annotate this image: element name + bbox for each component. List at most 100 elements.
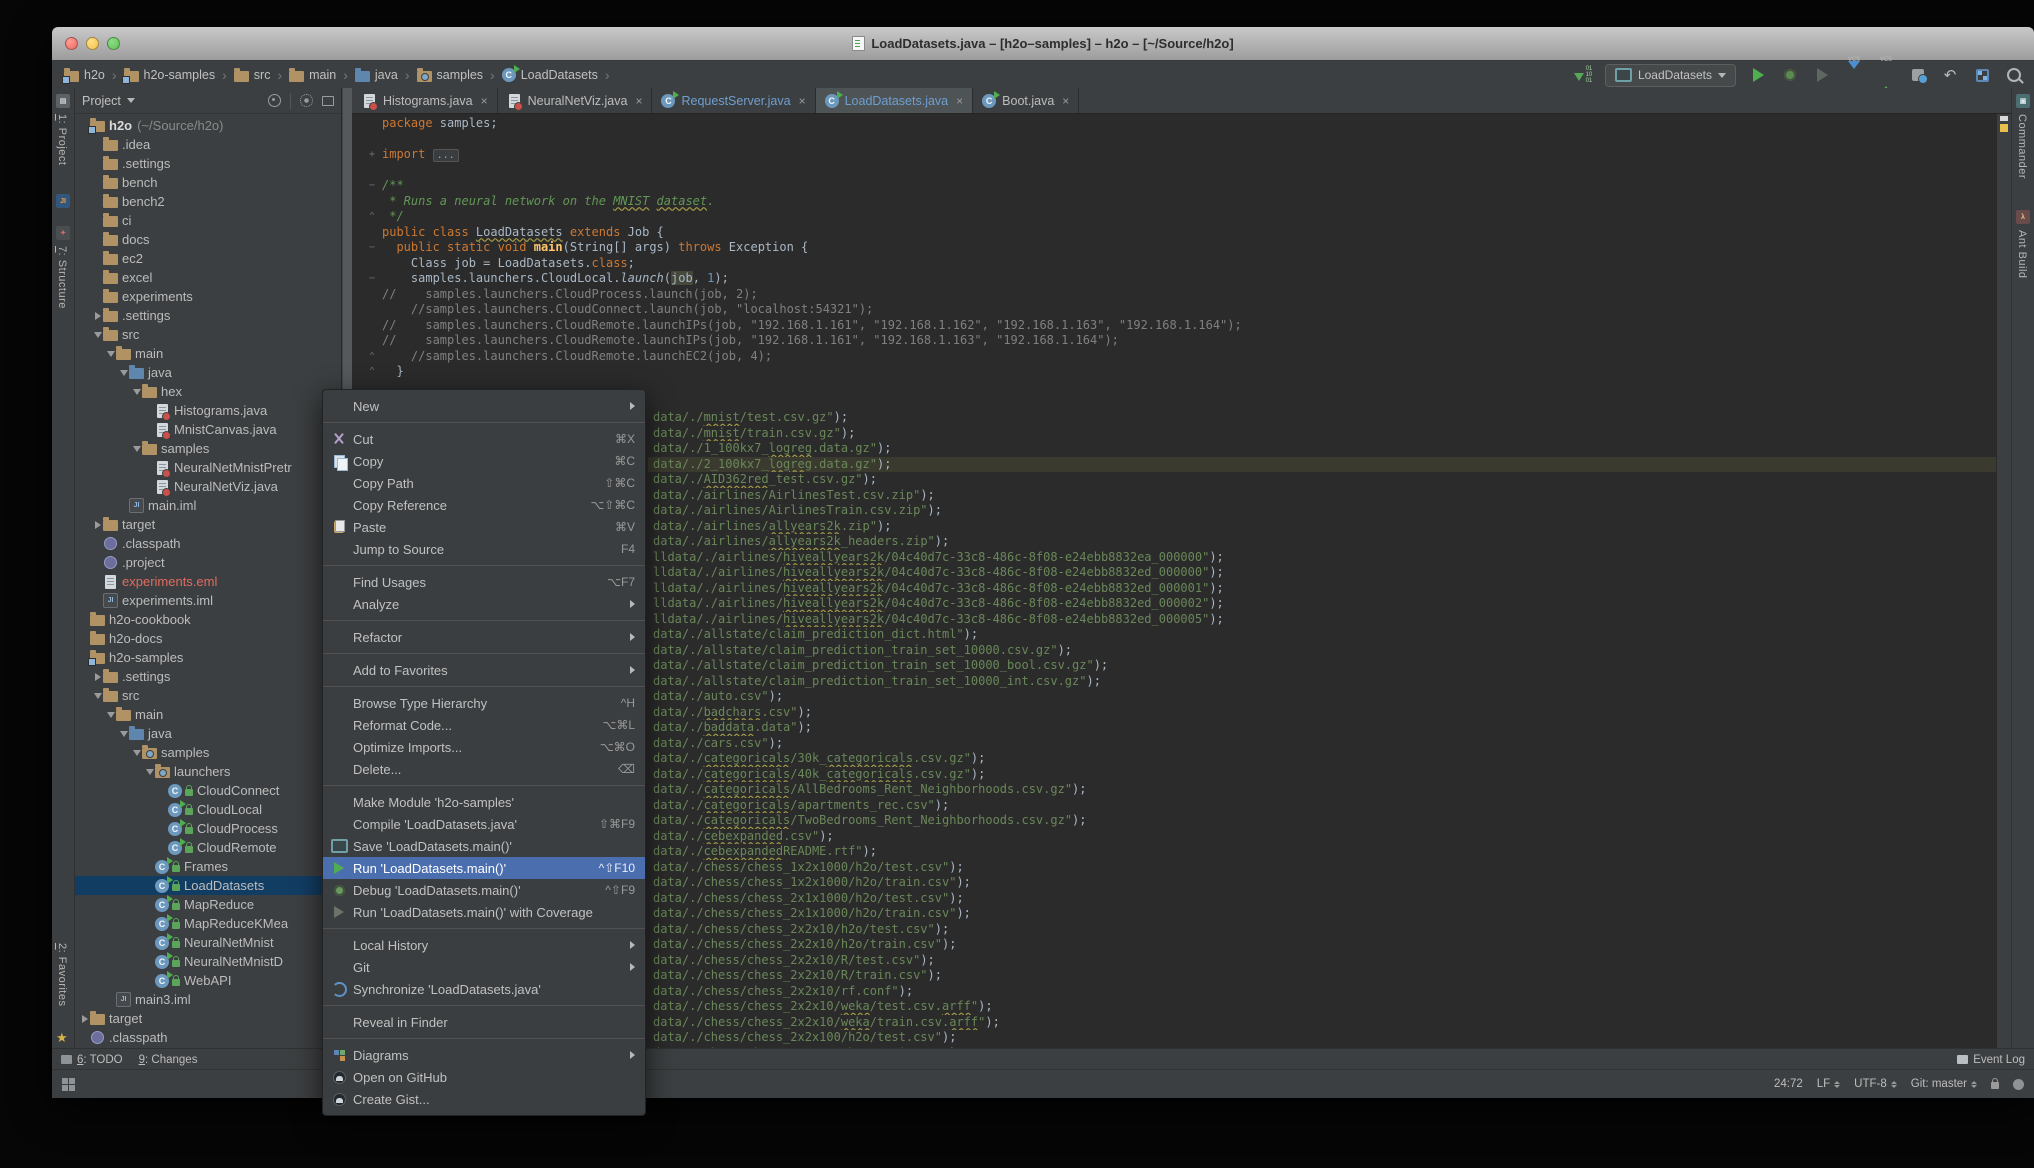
chevron-down-icon[interactable] <box>131 750 142 756</box>
tree-item-excel[interactable]: excel <box>75 268 341 287</box>
debug-icon[interactable] <box>1780 65 1800 85</box>
breadcrumb-item-main[interactable]: main <box>287 67 338 83</box>
tree-item-mapreduce[interactable]: CMapReduce <box>75 895 341 914</box>
fold-marker[interactable]: ⌃ <box>352 364 382 380</box>
menu-item-make-module-h2o-samples[interactable]: Make Module 'h2o-samples' <box>323 791 645 813</box>
menu-item-add-to-favorites[interactable]: Add to Favorites <box>323 659 645 681</box>
zoom-window-button[interactable] <box>107 37 120 50</box>
menu-item-reformat-code[interactable]: Reformat Code...⌥⌘L <box>323 714 645 736</box>
ant-build-icon[interactable]: λ <box>2016 210 2030 224</box>
tree-item-loaddatasets[interactable]: CLoadDatasets <box>75 876 341 895</box>
chevron-down-icon[interactable] <box>144 769 155 775</box>
chevron-right-icon[interactable] <box>92 521 103 529</box>
vcs-commit-icon[interactable]: VCS <box>1876 65 1896 85</box>
tree-item-docs[interactable]: docs <box>75 230 341 249</box>
breadcrumb-item-samples[interactable]: samples <box>415 67 486 83</box>
tree-item-.classpath[interactable]: .classpath <box>75 1028 341 1047</box>
toolwindow-button-changes[interactable]: 9: Changes <box>139 1054 198 1066</box>
tree-item-src[interactable]: src <box>75 325 341 344</box>
tree-item-cloudconnect[interactable]: CCloudConnect <box>75 781 341 800</box>
tree-item-.project[interactable]: .project <box>75 553 341 572</box>
menu-item-optimize-imports[interactable]: Optimize Imports...⌥⌘O <box>323 736 645 758</box>
fold-marker[interactable]: − <box>352 240 382 256</box>
tree-item-experiments[interactable]: experiments <box>75 287 341 306</box>
undo-icon[interactable]: ↶ <box>1940 65 1960 85</box>
locate-file-icon[interactable] <box>268 94 281 107</box>
close-icon[interactable]: × <box>799 94 806 108</box>
incoming-changes-icon[interactable]: 011001 <box>1573 65 1593 85</box>
close-window-button[interactable] <box>65 37 78 50</box>
menu-item-local-history[interactable]: Local History <box>323 934 645 956</box>
tree-item-cloudremote[interactable]: CCloudRemote <box>75 838 341 857</box>
toolwindow-button-structure[interactable]: 7: Structure <box>56 246 68 309</box>
breadcrumb-item-loaddatasets[interactable]: CLoadDatasets <box>500 67 600 83</box>
chevron-down-icon[interactable] <box>92 332 103 338</box>
fold-marker[interactable]: ⌃ <box>352 349 382 365</box>
toolwindow-button-event-log[interactable]: Event Log <box>1957 1054 2025 1066</box>
project-tab-icon[interactable]: ▤ <box>56 94 70 108</box>
tab-loaddatasets.java[interactable]: CLoadDatasets.java× <box>816 88 974 113</box>
breadcrumb-item-src[interactable]: src <box>232 67 273 83</box>
tree-item-target[interactable]: target <box>75 515 341 534</box>
tree-item-bench[interactable]: bench <box>75 173 341 192</box>
tab-neuralnetviz.java[interactable]: NeuralNetViz.java× <box>498 88 653 113</box>
editor-error-stripe[interactable] <box>1996 114 2011 1048</box>
tree-item-neuralnetviz.java[interactable]: NeuralNetViz.java <box>75 477 341 496</box>
toolwindow-button-favorites[interactable]: 2: Favorites <box>56 943 68 1006</box>
toolwindow-button-todo[interactable]: 6: TODO <box>61 1054 123 1066</box>
tree-item-.settings[interactable]: .settings <box>75 667 341 686</box>
menu-item-reveal-in-finder[interactable]: Reveal in Finder <box>323 1011 645 1033</box>
menu-item-analyze[interactable]: Analyze <box>323 593 645 615</box>
caret-position-widget[interactable]: 24:72 <box>1774 1078 1803 1090</box>
tree-item-.classpath[interactable]: .classpath <box>75 534 341 553</box>
tree-item-target[interactable]: target <box>75 1009 341 1028</box>
breadcrumb-item-java[interactable]: java <box>353 67 400 83</box>
menu-item-compile-loaddatasets-java[interactable]: Compile 'LoadDatasets.java'⇧⌘F9 <box>323 813 645 835</box>
menu-item-diagrams[interactable]: Diagrams <box>323 1044 645 1066</box>
structure-icon[interactable]: ✦ <box>56 226 70 240</box>
menu-item-run-loaddatasets-main[interactable]: Run 'LoadDatasets.main()'^⇧F10 <box>323 857 645 879</box>
tree-item-histograms.java[interactable]: Histograms.java <box>75 401 341 420</box>
tree-item-experiments.iml[interactable]: JIexperiments.iml <box>75 591 341 610</box>
tree-item-main.iml[interactable]: JImain.iml <box>75 496 341 515</box>
chevron-right-icon[interactable] <box>92 673 103 681</box>
close-icon[interactable]: × <box>635 94 642 108</box>
tree-item-bench2[interactable]: bench2 <box>75 192 341 211</box>
tree-item-main3.iml[interactable]: JImain3.iml <box>75 990 341 1009</box>
tree-item-cloudprocess[interactable]: CCloudProcess <box>75 819 341 838</box>
coverage-icon[interactable] <box>1812 65 1832 85</box>
menu-item-open-on-github[interactable]: Open on GitHub <box>323 1066 645 1088</box>
tree-item-src[interactable]: src <box>75 686 341 705</box>
breadcrumb-item-h2o[interactable]: h2o <box>62 67 107 83</box>
menu-item-refactor[interactable]: Refactor <box>323 626 645 648</box>
menu-item-new[interactable]: New <box>323 395 645 417</box>
toolwindow-button-project[interactable]: 1: Project <box>56 114 68 165</box>
tree-item-mnistcanvas.java[interactable]: MnistCanvas.java <box>75 420 341 439</box>
menu-item-cut[interactable]: Cut⌘X <box>323 428 645 450</box>
tree-item-neuralnetmnistd[interactable]: CNeuralNetMnistD <box>75 952 341 971</box>
tree-item-h2o[interactable]: h2o (~/Source/h2o) <box>75 116 341 135</box>
tree-item-mapreducekmea[interactable]: CMapReduceKMea <box>75 914 341 933</box>
run-icon[interactable] <box>1748 65 1768 85</box>
menu-item-browse-type-hierarchy[interactable]: Browse Type Hierarchy^H <box>323 692 645 714</box>
minimize-window-button[interactable] <box>86 37 99 50</box>
breadcrumb-item-h2o-samples[interactable]: h2o-samples <box>122 67 218 83</box>
tree-item-hex[interactable]: hex <box>75 382 341 401</box>
tree-item-samples[interactable]: samples <box>75 439 341 458</box>
chevron-right-icon[interactable] <box>92 312 103 320</box>
tree-item-h2o-cookbook[interactable]: h2o-cookbook <box>75 610 341 629</box>
menu-item-save-loaddatasets-main[interactable]: Save 'LoadDatasets.main()' <box>323 835 645 857</box>
intellij-module-icon[interactable]: JI <box>56 194 70 208</box>
fold-marker[interactable]: ⌃ <box>352 209 382 225</box>
close-icon[interactable]: × <box>481 94 488 108</box>
tree-item-neuralnetmnist[interactable]: CNeuralNetMnist <box>75 933 341 952</box>
menu-item-delete[interactable]: Delete...⌫ <box>323 758 645 780</box>
close-icon[interactable]: × <box>1062 94 1069 108</box>
tree-item-ci[interactable]: ci <box>75 211 341 230</box>
project-structure-icon[interactable] <box>1972 65 1992 85</box>
run-configuration-select[interactable]: LoadDatasets <box>1605 64 1736 87</box>
fold-marker[interactable]: + <box>352 147 382 163</box>
tree-item-samples[interactable]: samples <box>75 743 341 762</box>
tree-item-java[interactable]: java <box>75 724 341 743</box>
menu-item-debug-loaddatasets-main[interactable]: Debug 'LoadDatasets.main()'^⇧F9 <box>323 879 645 901</box>
